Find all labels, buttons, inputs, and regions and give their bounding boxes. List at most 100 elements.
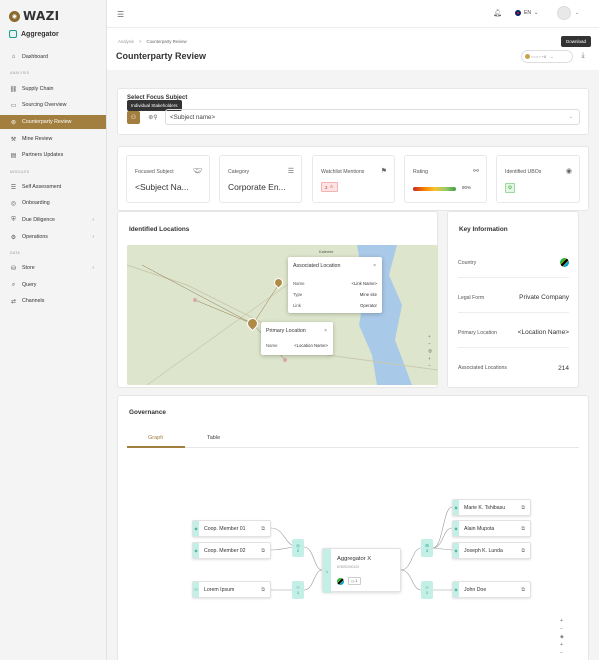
map-marker[interactable]: [283, 358, 287, 362]
graph-connector[interactable]: ⚇ 1: [421, 581, 433, 599]
graph-node-person[interactable]: ◈ Alain Mupota ⧉: [452, 520, 531, 537]
breadcrumb-separator: >: [139, 39, 142, 44]
graph-node-person[interactable]: ◈ Marie K. Tshibasu ⧉: [452, 499, 531, 516]
close-icon[interactable]: ×: [373, 263, 376, 269]
stat-identified-ubos: Identified UBOs ◉ ⚙: [496, 155, 580, 203]
sidebar-item-dashboard[interactable]: ⌂ Dashboard: [0, 50, 106, 64]
graph-node-lorem-ipsum[interactable]: ⚇ Lorem Ipsum ⧉: [192, 581, 271, 598]
watchlist-badge[interactable]: 2 ⚠: [321, 182, 338, 192]
graph-connector[interactable]: ⚇ 1: [292, 581, 304, 599]
bell-icon[interactable]: 🔔︎: [493, 9, 502, 17]
node-label: Alain Mupota: [464, 525, 495, 532]
external-link-icon[interactable]: ⧉: [261, 548, 265, 554]
logo-mark-icon: ◉: [9, 10, 20, 22]
graph-node-person[interactable]: ◈ John Doe ⧉: [452, 581, 531, 598]
sidebar-item-counterparty-review[interactable]: ⊚ Counterparty Review: [0, 115, 106, 129]
map-place-label: Kalemie: [319, 249, 334, 254]
zoom-in-icon[interactable]: +: [560, 642, 564, 648]
external-link-icon[interactable]: ⧉: [261, 526, 265, 532]
connector-count: 2: [296, 548, 300, 553]
fit-view-icon[interactable]: ◈: [560, 634, 564, 640]
sidebar-item-due-diligence[interactable]: ⛨ Due Diligence ›: [0, 213, 106, 227]
map[interactable]: Kalemie Associated Location × Name <Link…: [127, 245, 438, 385]
external-link-icon[interactable]: ⧉: [521, 526, 525, 532]
zoom-out-icon[interactable]: −: [428, 363, 432, 368]
chevron-down-icon[interactable]: ⌄: [575, 10, 579, 16]
popup-row-value: Operator: [360, 303, 377, 308]
primary-location-popup: Primary Location × Name <Location Name>: [261, 322, 333, 355]
breadcrumb-current: Counterparty Review: [146, 39, 187, 44]
sidebar-item-operations[interactable]: ⚙ Operations ›: [0, 230, 106, 244]
subject-select-value: <Subject name>: [170, 113, 216, 121]
subject-select[interactable]: <Subject name> ⌄: [165, 109, 580, 125]
key-value: 214: [558, 364, 569, 372]
sidebar-item-sourcing-overview[interactable]: ▭ Sourcing Overview: [0, 98, 106, 112]
avatar[interactable]: [557, 6, 571, 20]
zoom-in-icon[interactable]: +: [560, 618, 564, 624]
search-icon: ⌕: [11, 281, 16, 288]
center-node-count[interactable]: ⚇ 1: [348, 577, 361, 585]
external-link-icon[interactable]: ⧉: [521, 505, 525, 511]
sidebar-item-partners-updates[interactable]: ▤ Partners Updates: [0, 148, 106, 162]
key-row-country: Country: [458, 248, 569, 278]
stat-category: Category ☰ Corporate En...: [219, 155, 302, 203]
close-icon[interactable]: ×: [324, 328, 327, 334]
document-icon: ▤: [10, 152, 17, 159]
sidebar-item-onboarding[interactable]: ◎ Onboarding: [0, 196, 106, 210]
chevron-right-icon: ›: [92, 234, 94, 240]
map-marker[interactable]: [193, 298, 197, 302]
graph-node-person[interactable]: ◈ Joseph K. Lunda ⧉: [452, 542, 531, 559]
graph-node-coop-member-02[interactable]: ◈ Coop. Member 02 ⧉: [192, 542, 271, 559]
sidebar-item-label: Partners Updates: [22, 152, 64, 158]
key-label: Associated Locations: [458, 365, 508, 371]
popup-row-value: Mine site: [359, 292, 377, 297]
sidebar-item-label: Self Assessment: [22, 184, 62, 190]
node-label: Coop. Member 02: [204, 547, 246, 554]
breadcrumb-parent[interactable]: Analysis: [118, 39, 134, 44]
graph-node-center[interactable]: ⌂ Aggregator X 876000000123 ⚇ 1: [322, 548, 401, 593]
zoom-out-icon[interactable]: −: [560, 626, 564, 632]
external-link-icon[interactable]: ⧉: [521, 587, 525, 593]
sidebar-item-store[interactable]: ⛁ Store ›: [0, 261, 106, 275]
counterparty-icon: ⊚: [10, 119, 17, 126]
tab-graph[interactable]: Graph: [148, 435, 163, 441]
entity-selector[interactable]: ○○○○ +8 ⌄: [521, 50, 573, 63]
sidebar-item-self-assessment[interactable]: ☰ Self Assessment: [0, 180, 106, 194]
sidebar-item-mine-review[interactable]: ⚒ Mine Review: [0, 132, 106, 146]
language-selector[interactable]: EN ⌄: [515, 10, 538, 16]
ubo-badge[interactable]: ⚙: [505, 183, 515, 193]
tab-table[interactable]: Table: [207, 435, 220, 441]
zoom-out-icon[interactable]: −: [560, 650, 564, 656]
individual-stakeholders-button[interactable]: ⚇: [127, 111, 140, 124]
zoom-in-icon[interactable]: +: [428, 334, 432, 339]
sidebar-item-query[interactable]: ⌕ Query: [0, 278, 106, 292]
popup-title: Associated Location: [293, 263, 341, 269]
zoom-out-icon[interactable]: −: [428, 341, 432, 346]
menu-collapse-icon[interactable]: ☰: [117, 10, 124, 19]
sidebar-item-supply-chain[interactable]: ⛓ Supply Chain: [0, 82, 106, 96]
popup-row-value: <Link Name>: [351, 281, 377, 286]
graph-node-coop-member-01[interactable]: ◈ Coop. Member 01 ⧉: [192, 520, 271, 537]
home-icon: ⌂: [11, 54, 16, 60]
entity-type-button[interactable]: ⊛⚲: [146, 111, 160, 124]
download-tooltip: Download: [561, 36, 592, 47]
sidebar-item-channels[interactable]: ⇄ Channels: [0, 294, 106, 308]
download-icon[interactable]: ⤓: [577, 50, 589, 62]
logo[interactable]: ◉ WAZI: [9, 9, 59, 23]
card-title: Identified Locations: [129, 226, 190, 233]
node-label: Marie K. Tshibasu: [464, 504, 506, 511]
external-link-icon[interactable]: ⧉: [261, 587, 265, 593]
breadcrumb: Analysis > Counterparty Review: [118, 39, 187, 44]
app-switcher[interactable]: Aggregator: [9, 30, 59, 38]
identified-locations-card: Identified Locations Kalemie Associated …: [117, 211, 438, 388]
graph-connector[interactable]: ⊞ 3: [421, 539, 433, 557]
key-label: Legal Form: [458, 294, 485, 301]
graph-connector[interactable]: ◎ 2: [292, 539, 304, 557]
center-node-count-value: 1: [355, 579, 358, 583]
external-link-icon[interactable]: ⧉: [521, 548, 525, 554]
stat-watchlist: Watchlist Mentions ⚑ 2 ⚠: [312, 155, 395, 203]
recenter-icon[interactable]: ◎: [428, 348, 432, 354]
zoom-in-icon[interactable]: +: [428, 356, 432, 361]
popup-row-key: Name: [293, 281, 305, 286]
card-title: Key Information: [459, 226, 508, 233]
